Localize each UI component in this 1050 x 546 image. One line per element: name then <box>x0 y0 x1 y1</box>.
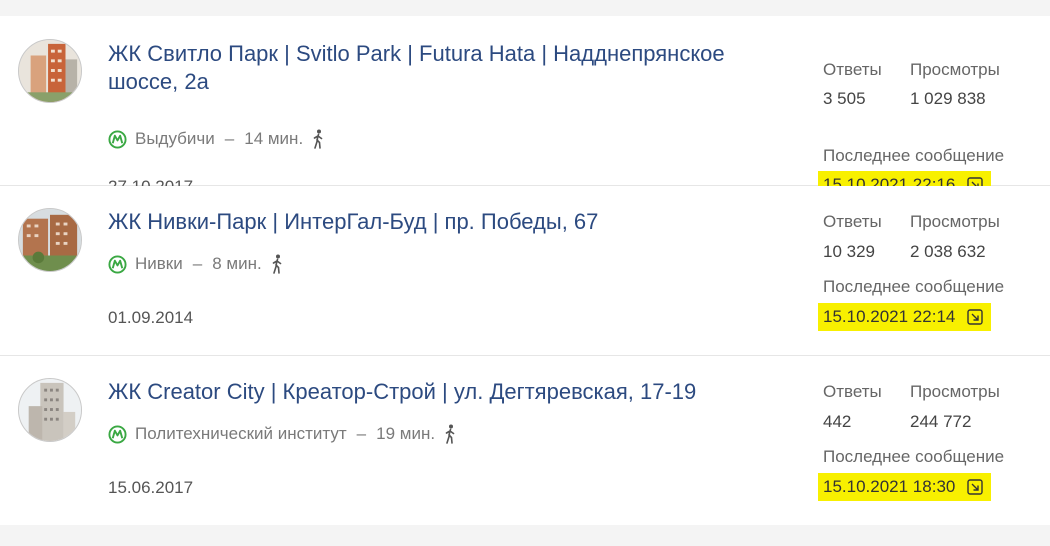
views-count: 1 029 838 <box>910 89 986 108</box>
thread-row: ЖК Нивки-Парк | ИнтерГал-Буд | пр. Побед… <box>0 186 1050 356</box>
views-label: Просмотры <box>910 382 1000 401</box>
last-message-label: Последнее сообщение <box>823 146 1005 165</box>
walking-person-icon <box>445 424 455 444</box>
thread-created-date: 15.06.2017 <box>108 478 194 497</box>
metro-info: Выдубичи – 14 мин. <box>108 129 325 149</box>
thread-created-date: 01.09.2014 <box>108 308 194 327</box>
thread-avatar[interactable] <box>18 39 82 103</box>
metro-station: Выдубичи <box>135 129 215 148</box>
thread-avatar[interactable] <box>18 208 82 272</box>
metro-station: Нивки <box>135 254 183 273</box>
thread-avatar[interactable] <box>18 378 82 442</box>
views-label: Просмотры <box>910 60 1000 79</box>
building-photo-icon <box>19 40 81 102</box>
walking-person-icon <box>313 129 323 149</box>
views-label: Просмотры <box>910 212 1000 231</box>
thread-title-link[interactable]: ЖК Свитло Парк | Svitlo Park | Futura Ha… <box>108 40 758 96</box>
last-message-time: 15.10.2021 18:30 <box>823 477 956 496</box>
metro-station: Политехнический институт <box>135 424 347 443</box>
last-message-link[interactable]: 15.10.2021 22:14 <box>818 303 992 331</box>
walk-time: 8 мин. <box>212 254 262 273</box>
views-count: 2 038 632 <box>910 242 986 261</box>
replies-count: 3 505 <box>823 89 866 108</box>
separator-dash: – <box>356 424 367 443</box>
separator-dash: – <box>192 254 203 273</box>
metro-logo-icon <box>108 129 127 149</box>
thread-row: ЖК Creator City | Креатор-Строй | ул. Де… <box>0 356 1050 525</box>
metro-info: Нивки – 8 мин. <box>108 254 284 274</box>
replies-label: Ответы <box>823 60 882 79</box>
replies-count: 10 329 <box>823 242 875 261</box>
walking-person-icon <box>272 254 282 274</box>
jump-to-last-post-icon[interactable] <box>967 479 984 495</box>
building-photo-icon <box>19 209 81 271</box>
views-count: 244 772 <box>910 412 972 431</box>
separator-dash: – <box>224 129 235 148</box>
last-message-link[interactable]: 15.10.2021 18:30 <box>818 473 992 501</box>
thread-title-link[interactable]: ЖК Нивки-Парк | ИнтерГал-Буд | пр. Побед… <box>108 208 758 236</box>
walk-time: 19 мин. <box>376 424 436 443</box>
last-message-label: Последнее сообщение <box>823 447 1005 466</box>
walk-time: 14 мин. <box>244 129 304 148</box>
replies-count: 442 <box>823 412 852 431</box>
thread-list: ЖК Свитло Парк | Svitlo Park | Futura Ha… <box>0 16 1050 525</box>
metro-info: Политехнический институт – 19 мин. <box>108 424 457 444</box>
thread-row: ЖК Свитло Парк | Svitlo Park | Futura Ha… <box>0 16 1050 199</box>
jump-to-last-post-icon[interactable] <box>967 309 984 325</box>
replies-label: Ответы <box>823 212 882 231</box>
metro-logo-icon <box>108 424 127 444</box>
building-photo-icon <box>19 379 81 441</box>
top-spacer <box>0 0 1050 16</box>
last-message-label: Последнее сообщение <box>823 277 1005 296</box>
thread-title-link[interactable]: ЖК Creator City | Креатор-Строй | ул. Де… <box>108 378 758 406</box>
metro-logo-icon <box>108 254 127 274</box>
last-message-time: 15.10.2021 22:14 <box>823 307 956 326</box>
replies-label: Ответы <box>823 382 882 401</box>
